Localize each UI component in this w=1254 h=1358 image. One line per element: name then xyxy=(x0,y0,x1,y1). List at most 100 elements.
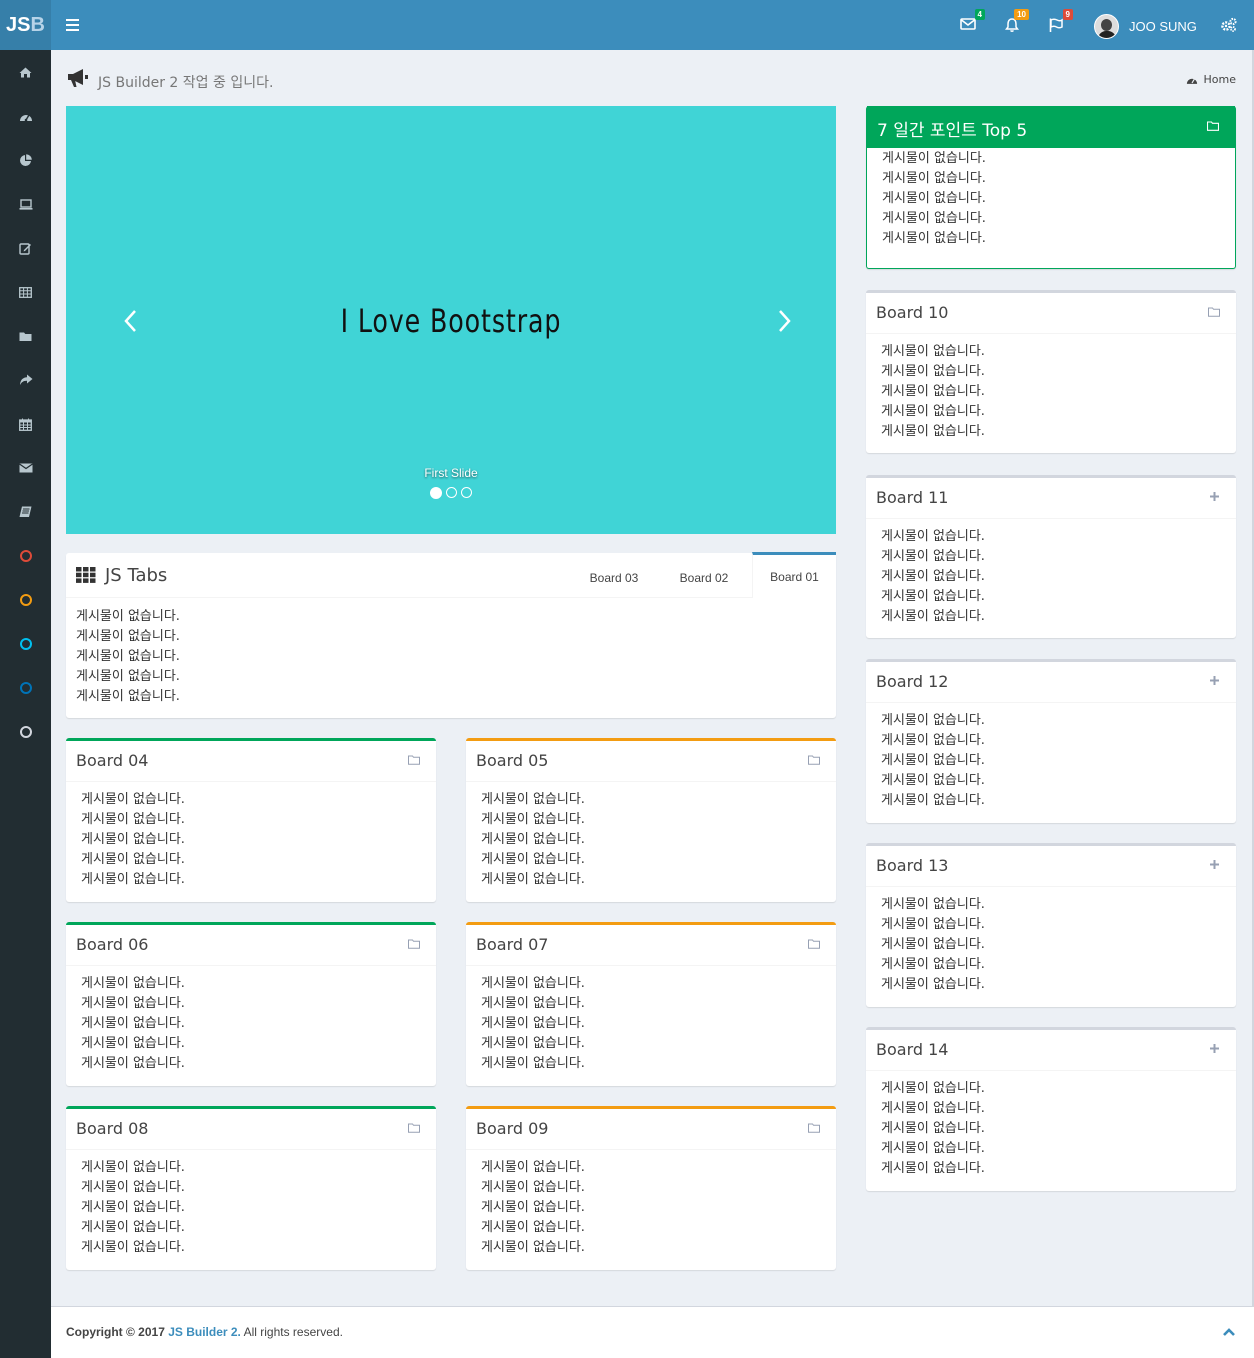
list-item[interactable]: 게시물이 없습니다. xyxy=(882,229,1235,249)
logo[interactable]: JSB xyxy=(0,0,51,50)
list-item[interactable]: 게시물이 없습니다. xyxy=(881,1099,1236,1119)
tasks-button[interactable]: 9 xyxy=(1045,9,1073,38)
chevron-up-icon[interactable] xyxy=(1222,1327,1236,1337)
list-item[interactable]: 게시물이 없습니다. xyxy=(481,830,836,850)
sidebar-item-label-red[interactable] xyxy=(0,541,51,571)
list-item[interactable]: 게시물이 없습니다. xyxy=(481,1178,836,1198)
list-item[interactable]: 게시물이 없습니다. xyxy=(481,1014,836,1034)
sidebar-item-docs[interactable] xyxy=(0,497,51,527)
list-item[interactable]: 게시물이 없습니다. xyxy=(881,382,1236,402)
list-item[interactable]: 게시물이 없습니다. xyxy=(881,955,1236,975)
list-item[interactable]: 게시물이 없습니다. xyxy=(481,1218,836,1238)
list-item[interactable]: 게시물이 없습니다. xyxy=(882,209,1235,229)
list-item[interactable]: 게시물이 없습니다. xyxy=(881,935,1236,955)
sidebar-item-label-aqua[interactable] xyxy=(0,629,51,659)
list-item[interactable]: 게시물이 없습니다. xyxy=(81,870,436,890)
sidebar-item-forms[interactable] xyxy=(0,233,51,263)
list-item[interactable]: 게시물이 없습니다. xyxy=(481,974,836,994)
plus-icon[interactable] xyxy=(1209,491,1220,502)
folder-open-icon[interactable] xyxy=(1207,121,1219,131)
list-item[interactable]: 게시물이 없습니다. xyxy=(81,1198,436,1218)
list-item[interactable]: 게시물이 없습니다. xyxy=(881,1139,1236,1159)
list-item[interactable]: 게시물이 없습니다. xyxy=(81,850,436,870)
sidebar-item-dashboard[interactable] xyxy=(0,101,51,131)
list-item[interactable]: 게시물이 없습니다. xyxy=(881,751,1236,771)
list-item[interactable]: 게시물이 없습니다. xyxy=(481,1238,836,1258)
folder-open-icon[interactable] xyxy=(1208,307,1220,317)
carousel-indicator-2[interactable] xyxy=(446,487,457,498)
list-item[interactable]: 게시물이 없습니다. xyxy=(481,810,836,830)
settings-button[interactable] xyxy=(1217,14,1241,38)
list-item[interactable]: 게시물이 없습니다. xyxy=(881,915,1236,935)
sidebar-item-charts[interactable] xyxy=(0,145,51,175)
user-menu[interactable]: JOO SUNG xyxy=(1094,13,1197,39)
folder-open-icon[interactable] xyxy=(408,1123,420,1133)
list-item[interactable]: 게시물이 없습니다. xyxy=(81,1178,436,1198)
list-item[interactable]: 게시물이 없습니다. xyxy=(881,1119,1236,1139)
folder-open-icon[interactable] xyxy=(808,755,820,765)
list-item[interactable]: 게시물이 없습니다. xyxy=(882,169,1235,189)
list-item[interactable]: 게시물이 없습니다. xyxy=(81,994,436,1014)
list-item[interactable]: 게시물이 없습니다. xyxy=(481,870,836,890)
sidebar-item-files[interactable] xyxy=(0,321,51,351)
list-item[interactable]: 게시물이 없습니다. xyxy=(881,607,1236,627)
list-item[interactable]: 게시물이 없습니다. xyxy=(76,647,836,667)
list-item[interactable]: 게시물이 없습니다. xyxy=(81,974,436,994)
list-item[interactable]: 게시물이 없습니다. xyxy=(881,711,1236,731)
sidebar-toggle-icon[interactable] xyxy=(66,19,79,31)
list-item[interactable]: 게시물이 없습니다. xyxy=(881,567,1236,587)
sidebar-item-label-yellow[interactable] xyxy=(0,585,51,615)
list-item[interactable]: 게시물이 없습니다. xyxy=(881,402,1236,422)
list-item[interactable]: 게시물이 없습니다. xyxy=(76,687,836,707)
list-item[interactable]: 게시물이 없습니다. xyxy=(881,975,1236,995)
list-item[interactable]: 게시물이 없습니다. xyxy=(81,1054,436,1074)
list-item[interactable]: 게시물이 없습니다. xyxy=(882,189,1235,209)
carousel-indicator-3[interactable] xyxy=(461,487,472,498)
notifications-button[interactable]: 10 xyxy=(1001,9,1029,38)
copyright-link[interactable]: JS Builder 2. xyxy=(168,1325,241,1339)
list-item[interactable]: 게시물이 없습니다. xyxy=(81,1238,436,1258)
list-item[interactable]: 게시물이 없습니다. xyxy=(881,342,1236,362)
folder-open-icon[interactable] xyxy=(408,939,420,949)
list-item[interactable]: 게시물이 없습니다. xyxy=(481,850,836,870)
list-item[interactable]: 게시물이 없습니다. xyxy=(481,994,836,1014)
list-item[interactable]: 게시물이 없습니다. xyxy=(76,627,836,647)
tab-board-02[interactable]: Board 02 xyxy=(662,553,746,598)
list-item[interactable]: 게시물이 없습니다. xyxy=(881,771,1236,791)
list-item[interactable]: 게시물이 없습니다. xyxy=(81,830,436,850)
list-item[interactable]: 게시물이 없습니다. xyxy=(881,1079,1236,1099)
list-item[interactable]: 게시물이 없습니다. xyxy=(81,1014,436,1034)
list-item[interactable]: 게시물이 없습니다. xyxy=(881,1159,1236,1179)
plus-icon[interactable] xyxy=(1209,1043,1220,1054)
breadcrumb-home[interactable]: Home xyxy=(1204,73,1236,86)
list-item[interactable]: 게시물이 없습니다. xyxy=(881,587,1236,607)
sidebar-item-label-gray[interactable] xyxy=(0,717,51,747)
sidebar-item-tables[interactable] xyxy=(0,277,51,307)
list-item[interactable]: 게시물이 없습니다. xyxy=(481,1158,836,1178)
list-item[interactable]: 게시물이 없습니다. xyxy=(76,667,836,687)
folder-open-icon[interactable] xyxy=(408,755,420,765)
list-item[interactable]: 게시물이 없습니다. xyxy=(881,791,1236,811)
folder-open-icon[interactable] xyxy=(808,1123,820,1133)
carousel-next-button[interactable] xyxy=(774,306,794,336)
sidebar-item-share[interactable] xyxy=(0,365,51,395)
plus-icon[interactable] xyxy=(1209,859,1220,870)
list-item[interactable]: 게시물이 없습니다. xyxy=(881,362,1236,382)
list-item[interactable]: 게시물이 없습니다. xyxy=(81,1218,436,1238)
sidebar-item-label-blue[interactable] xyxy=(0,673,51,703)
list-item[interactable]: 게시물이 없습니다. xyxy=(481,790,836,810)
sidebar-item-mailbox[interactable] xyxy=(0,453,51,483)
list-item[interactable]: 게시물이 없습니다. xyxy=(881,527,1236,547)
tab-board-03[interactable]: Board 03 xyxy=(572,553,656,598)
sidebar-item-home[interactable] xyxy=(0,57,51,87)
list-item[interactable]: 게시물이 없습니다. xyxy=(881,547,1236,567)
list-item[interactable]: 게시물이 없습니다. xyxy=(481,1034,836,1054)
list-item[interactable]: 게시물이 없습니다. xyxy=(81,1158,436,1178)
list-item[interactable]: 게시물이 없습니다. xyxy=(881,895,1236,915)
list-item[interactable]: 게시물이 없습니다. xyxy=(76,607,836,627)
folder-open-icon[interactable] xyxy=(808,939,820,949)
list-item[interactable]: 게시물이 없습니다. xyxy=(481,1198,836,1218)
tab-board-01[interactable]: Board 01 xyxy=(752,552,836,598)
list-item[interactable]: 게시물이 없습니다. xyxy=(882,149,1235,169)
list-item[interactable]: 게시물이 없습니다. xyxy=(881,731,1236,751)
